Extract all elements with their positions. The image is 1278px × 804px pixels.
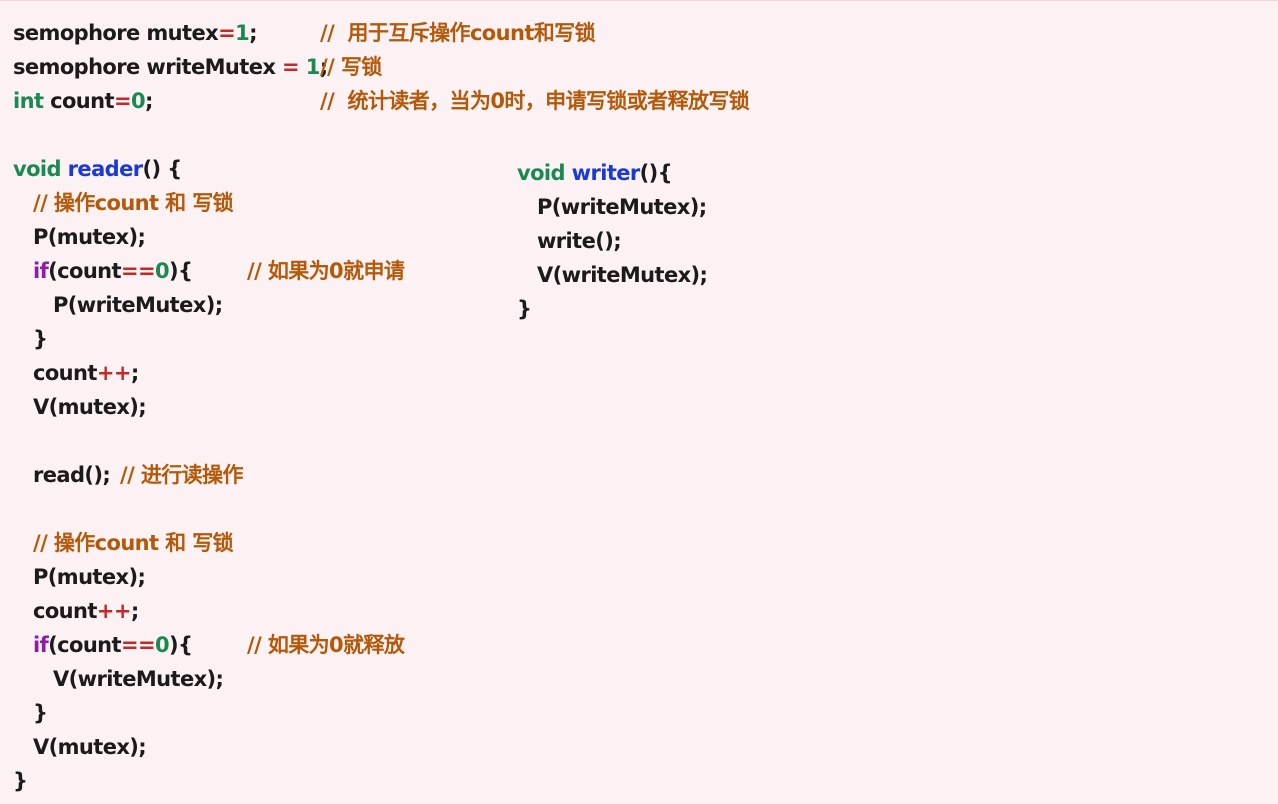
operator: ++ xyxy=(96,361,132,385)
code-line-count-decl: int count=0; xyxy=(13,87,153,115)
code-comment: // 操作count 和 写锁 xyxy=(33,531,234,555)
function-name: writer xyxy=(571,161,641,185)
semicolon: ; xyxy=(130,599,139,623)
operator: = xyxy=(113,89,132,113)
number-literal: 1 xyxy=(305,55,321,79)
code-comment: // 写锁 xyxy=(320,55,382,79)
code-line-increment: count++; xyxy=(33,359,139,387)
type-keyword: void xyxy=(13,157,62,181)
type-keyword: semophore xyxy=(13,55,140,79)
code-comment: // 如果为0就申请 xyxy=(247,259,405,283)
code-line: read(); xyxy=(33,463,111,487)
code-line: } xyxy=(33,327,48,351)
operator: ++ xyxy=(96,599,132,623)
type-keyword: semophore xyxy=(13,21,140,45)
punctuation: (){ xyxy=(639,161,673,185)
code-comment: // 统计读者，当为0时，申请写锁或者释放写锁 xyxy=(320,89,750,113)
punctuation: ){ xyxy=(168,633,193,657)
code-line-if: if(count==0){ xyxy=(33,631,193,659)
code-line-increment: count++; xyxy=(33,597,139,625)
code-line: P(mutex); xyxy=(33,225,146,249)
function-name: reader xyxy=(67,157,143,181)
code-comment: // 如果为0就释放 xyxy=(247,633,405,657)
number-literal: 0 xyxy=(154,633,170,657)
control-keyword: if xyxy=(33,633,49,657)
code-line: V(mutex); xyxy=(33,395,147,419)
semicolon: ; xyxy=(144,89,153,113)
code-comment: // 用于互斥操作count和写锁 xyxy=(320,21,596,45)
control-keyword: if xyxy=(33,259,49,283)
semicolon: ; xyxy=(249,21,257,45)
code-comment: // 进行读操作 xyxy=(120,463,243,487)
code-line-reader-signature: void reader() { xyxy=(13,155,182,183)
operator: == xyxy=(120,633,156,657)
code-line: V(writeMutex); xyxy=(53,667,224,691)
type-keyword: int xyxy=(13,89,44,113)
identifier: writeMutex xyxy=(146,55,276,79)
code-line: P(writeMutex); xyxy=(537,195,707,219)
code-line: P(mutex); xyxy=(33,565,146,589)
identifier: count xyxy=(33,361,97,385)
code-line-if: if(count==0){ xyxy=(33,257,193,285)
identifier: count xyxy=(33,599,97,623)
operator: = xyxy=(275,55,306,79)
operator: == xyxy=(120,259,156,283)
punctuation: ){ xyxy=(168,259,193,283)
number-literal: 0 xyxy=(130,89,146,113)
type-keyword: void xyxy=(517,161,566,185)
number-literal: 0 xyxy=(154,259,170,283)
code-line: } xyxy=(517,297,532,321)
code-line: write(); xyxy=(537,229,622,253)
code-line: V(mutex); xyxy=(33,735,147,759)
code-comment: // 操作count 和 写锁 xyxy=(33,191,234,215)
code-line-writemutex-decl: semophore writeMutex = 1; xyxy=(13,53,328,81)
code-line: P(writeMutex); xyxy=(53,293,223,317)
identifier: count xyxy=(50,89,114,113)
operator: = xyxy=(218,21,236,45)
semicolon: ; xyxy=(130,361,139,385)
identifier: mutex xyxy=(146,21,219,45)
code-line: } xyxy=(33,701,48,725)
punctuation: (count xyxy=(48,259,121,283)
code-line-writer-signature: void writer(){ xyxy=(517,159,673,187)
code-line-mutex-decl: semophore mutex=1; xyxy=(13,19,257,47)
code-line: V(writeMutex); xyxy=(537,263,708,287)
code-snippet-panel: semophore mutex=1; // 用于互斥操作count和写锁 sem… xyxy=(0,0,1278,804)
punctuation: (count xyxy=(48,633,121,657)
code-line: } xyxy=(13,769,28,793)
punctuation: () { xyxy=(142,157,182,181)
number-literal: 1 xyxy=(235,21,250,45)
